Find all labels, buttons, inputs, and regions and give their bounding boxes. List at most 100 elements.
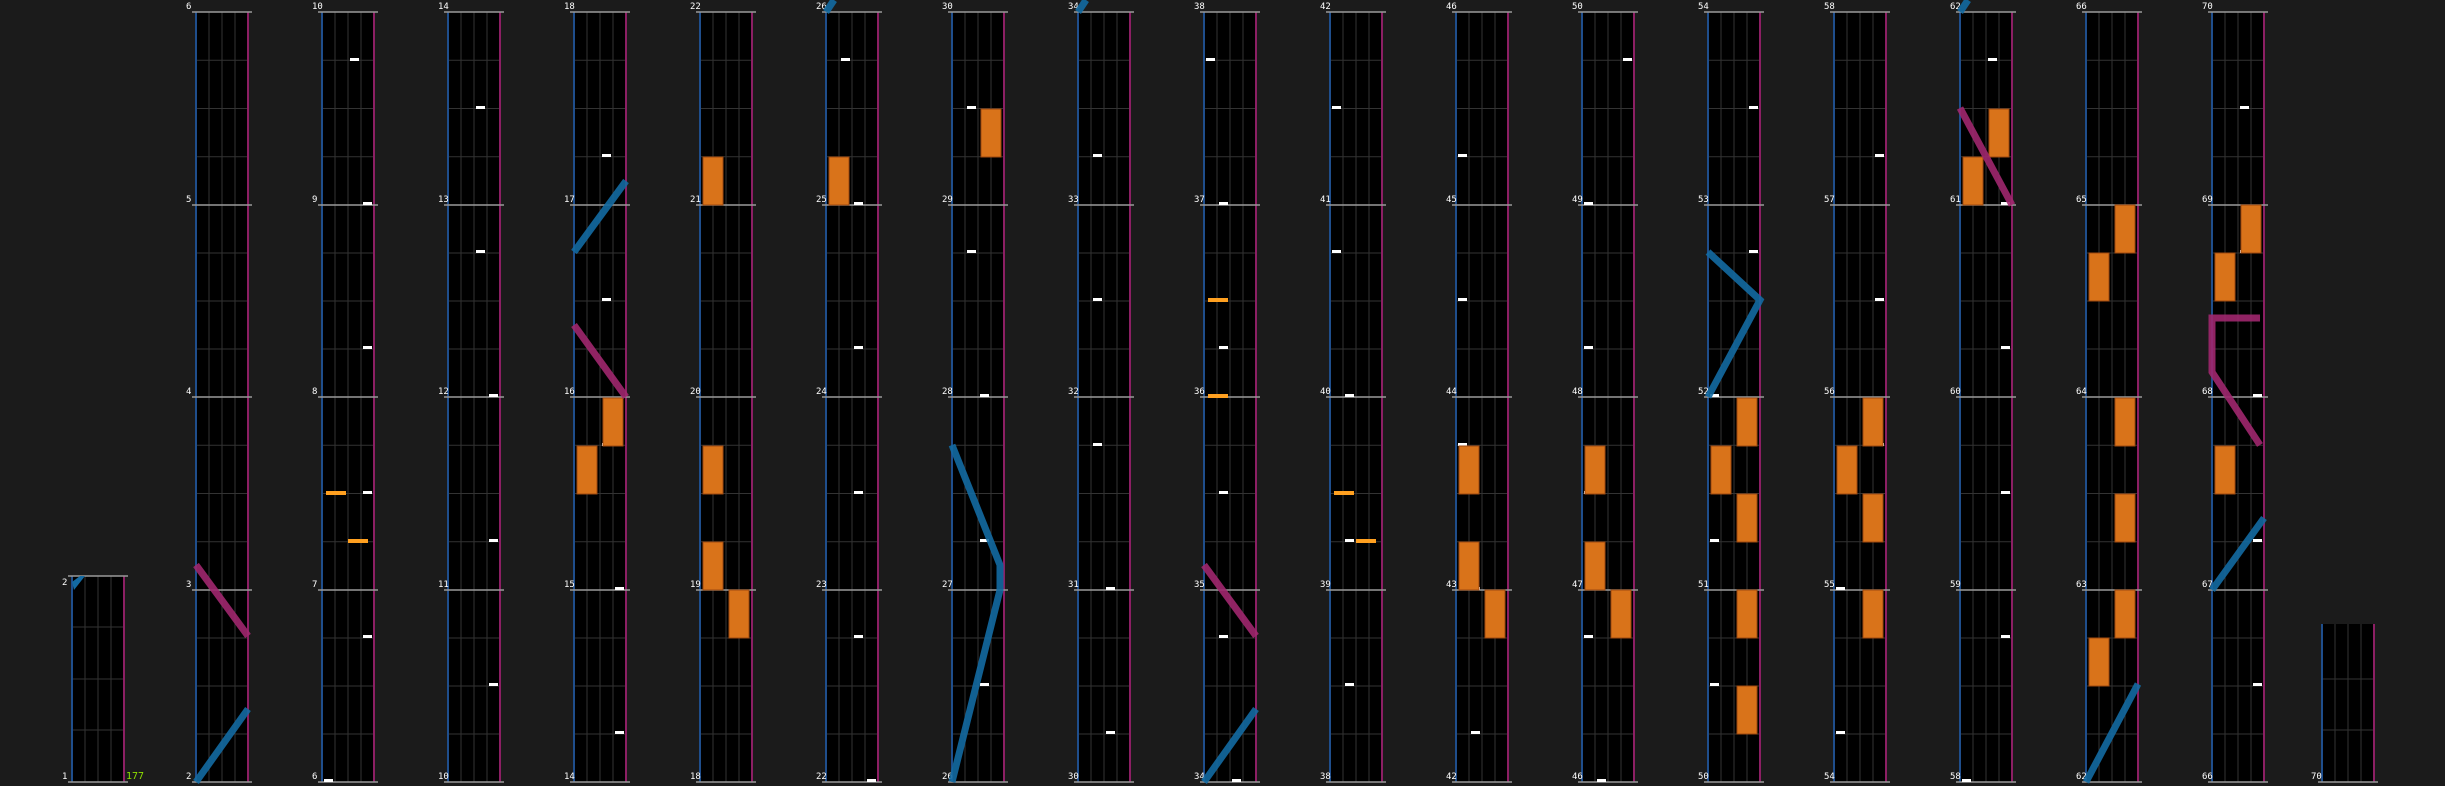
measure-label: 33 [1068, 195, 1079, 205]
measure-label: 18 [564, 2, 575, 12]
bt-note [489, 683, 498, 686]
measure-label: 70 [2202, 2, 2213, 12]
measure-label: 14 [438, 2, 449, 12]
measure-label: 70 [2311, 772, 2322, 782]
measure-label: 40 [1320, 387, 1331, 397]
measure-label: 63 [2076, 580, 2087, 590]
bt-note [980, 394, 989, 397]
fx-long-note [1458, 541, 1480, 591]
bt-note [2240, 106, 2249, 109]
bt-note [489, 394, 498, 397]
bt-note [615, 587, 624, 590]
measure-label: 5 [186, 195, 191, 205]
bt-note [1232, 779, 1241, 782]
fx-chip [1208, 298, 1228, 302]
bt-note [854, 346, 863, 349]
bt-note [2253, 394, 2262, 397]
measure-label: 64 [2076, 387, 2087, 397]
fx-long-note [1862, 589, 1884, 639]
fx-long-note [980, 108, 1002, 158]
bt-note [1471, 731, 1480, 734]
measure-label: 47 [1572, 580, 1583, 590]
measure-label: 6 [186, 2, 191, 12]
measure-label: 38 [1320, 772, 1331, 782]
fx-chip [1334, 491, 1354, 495]
bt-note [1219, 202, 1228, 205]
fx-long-note [1736, 589, 1758, 639]
measure-label: 9 [312, 195, 317, 205]
fx-long-note [2114, 204, 2136, 254]
measure-label: 32 [1068, 387, 1079, 397]
bt-note [602, 154, 611, 157]
measure-label: 49 [1572, 195, 1583, 205]
fx-long-note [2088, 637, 2110, 687]
bt-note [2001, 635, 2010, 638]
fx-long-note [2240, 204, 2262, 254]
bt-note [363, 491, 372, 494]
measure-label: 14 [564, 772, 575, 782]
bt-note [2001, 346, 2010, 349]
measure-label: 36 [1194, 387, 1205, 397]
bt-note [1710, 539, 1719, 542]
measure-label: 44 [1446, 387, 1457, 397]
measure-label: 55 [1824, 580, 1835, 590]
measure-label: 38 [1194, 2, 1205, 12]
column-18: 70 [2311, 624, 2378, 783]
bt-note [1458, 154, 1467, 157]
measure-label: 28 [942, 387, 953, 397]
measure-label: 56 [1824, 387, 1835, 397]
measure-label: 2 [62, 578, 67, 588]
bt-note [1584, 202, 1593, 205]
measure-label: 57 [1824, 195, 1835, 205]
measure-label: 18 [690, 772, 701, 782]
bt-note [1458, 298, 1467, 301]
bt-note [363, 202, 372, 205]
measure-label: 54 [1698, 2, 1709, 12]
bt-note [1875, 298, 1884, 301]
fx-long-note [1710, 445, 1732, 495]
bt-note [1219, 635, 1228, 638]
measure-label: 23 [816, 580, 827, 590]
bt-note [1345, 539, 1354, 542]
measure-label: 43 [1446, 580, 1457, 590]
bt-note [1206, 58, 1215, 61]
measure-label: 11 [438, 580, 449, 590]
fx-long-note [2114, 589, 2136, 639]
bt-note [1962, 779, 1971, 782]
measure-label: 30 [1068, 772, 1079, 782]
measure-label: 48 [1572, 387, 1583, 397]
measure-label: 51 [1698, 580, 1709, 590]
fx-long-note [2214, 445, 2236, 495]
fx-long-note [2114, 493, 2136, 543]
measure-label: 53 [1698, 195, 1709, 205]
measure-label: 10 [312, 2, 323, 12]
bt-note [1093, 154, 1102, 157]
measure-label: 58 [1950, 772, 1961, 782]
measure-label: 4 [186, 387, 191, 397]
bt-note [476, 250, 485, 253]
bt-note [1710, 683, 1719, 686]
fx-long-note [1458, 445, 1480, 495]
bt-note [476, 106, 485, 109]
measure-label: 19 [690, 580, 701, 590]
bt-note [1093, 443, 1102, 446]
fx-long-note [1862, 493, 1884, 543]
fx-chip [1356, 539, 1376, 543]
bt-note [1219, 346, 1228, 349]
fx-long-note [1736, 397, 1758, 447]
fx-chip [348, 539, 368, 543]
fx-long-note [602, 397, 624, 447]
fx-chip [1208, 394, 1228, 398]
bt-note [1988, 58, 1997, 61]
measure-label: 58 [1824, 2, 1835, 12]
bt-note [1106, 587, 1115, 590]
measure-label: 27 [942, 580, 953, 590]
bt-note [350, 58, 359, 61]
fx-long-note [1736, 493, 1758, 543]
measure-label: 37 [1194, 195, 1205, 205]
measure-label: 46 [1446, 2, 1457, 12]
bt-note [841, 58, 850, 61]
measure-label: 69 [2202, 195, 2213, 205]
measure-label: 66 [2202, 772, 2213, 782]
fx-long-note [1862, 397, 1884, 447]
